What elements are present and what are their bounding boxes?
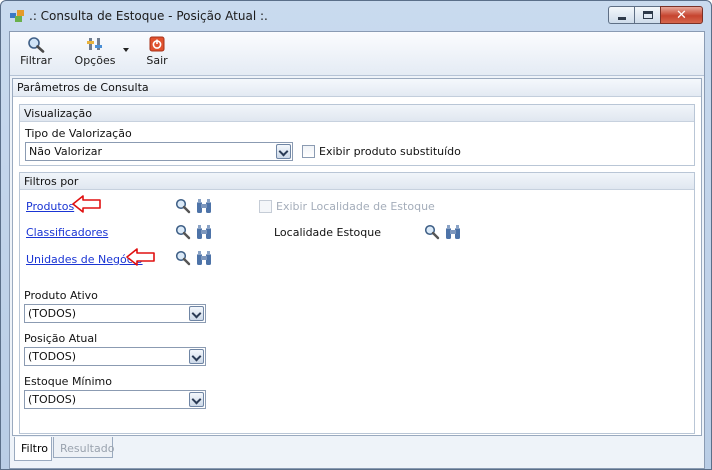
exibir-substituto-label[interactable]: Exibir produto substituído (319, 145, 461, 158)
posicao-atual-select[interactable]: (TODOS) (24, 347, 206, 366)
chevron-down-icon[interactable] (189, 349, 204, 364)
estoque-minimo-label: Estoque Mínimo (24, 375, 112, 388)
binoculars-icon[interactable] (196, 199, 212, 214)
binoculars-icon[interactable] (445, 225, 461, 240)
filter-label: Filtrar (20, 54, 52, 67)
chevron-down-icon[interactable] (276, 144, 291, 159)
title-bar[interactable]: .: Consulta de Estoque - Posição Atual :… (1, 1, 711, 31)
chevron-down-icon[interactable] (123, 48, 129, 52)
close-icon: ✕ (676, 8, 687, 23)
exit-icon (149, 36, 165, 52)
produto-ativo-label: Produto Ativo (24, 289, 98, 302)
visualizacao-title: Visualização (20, 105, 694, 122)
query-parameters-panel: Parâmetros de Consulta Visualização Tipo… (12, 78, 702, 436)
localidade-actions (424, 224, 462, 240)
exit-label: Sair (146, 54, 168, 67)
close-button[interactable]: ✕ (660, 6, 703, 24)
options-label: Opções (74, 54, 116, 67)
binoculars-icon[interactable] (196, 251, 212, 266)
exibir-substituto-checkbox[interactable] (302, 145, 315, 158)
caption-buttons: ✕ (608, 6, 703, 24)
posicao-atual-value: (TODOS) (28, 350, 77, 363)
tipo-valorizacao-value: Não Valorizar (29, 145, 103, 158)
unidades-actions (175, 250, 213, 266)
produtos-actions (175, 198, 213, 214)
maximize-icon (643, 11, 653, 19)
visualizacao-group: Visualização Tipo de Valorização Não Val… (19, 104, 695, 166)
app-icon (10, 10, 24, 22)
search-icon[interactable] (175, 250, 191, 266)
chevron-down-icon[interactable] (189, 392, 204, 407)
tipo-valorizacao-select[interactable]: Não Valorizar (25, 142, 293, 161)
exibir-localidade-checkbox[interactable] (259, 200, 272, 213)
minimize-icon (618, 17, 626, 20)
tab-resultado[interactable]: Resultado (53, 437, 114, 458)
produtos-link[interactable]: Produtos (26, 200, 74, 213)
options-button[interactable]: Opções (68, 34, 122, 72)
tipo-valorizacao-label: Tipo de Valorização (25, 127, 132, 140)
produto-ativo-select[interactable]: (TODOS) (24, 304, 206, 323)
posicao-atual-label: Posição Atual (24, 332, 98, 345)
exit-button[interactable]: Sair (140, 34, 174, 72)
options-icon (87, 38, 102, 50)
filtros-group: Filtros por Produtos Exibir Localidade d… (19, 172, 695, 434)
estoque-minimo-select[interactable]: (TODOS) (24, 390, 206, 409)
binoculars-icon[interactable] (196, 225, 212, 240)
exibir-localidade-label: Exibir Localidade de Estoque (276, 200, 435, 213)
toolbar: Filtrar Opções Sair (10, 32, 704, 76)
client-area: Filtrar Opções Sair Parâmetros de Consul… (9, 31, 705, 469)
tab-filtro[interactable]: Filtro (14, 437, 52, 461)
classificadores-actions (175, 224, 213, 240)
app-window: .: Consulta de Estoque - Posição Atual :… (0, 0, 712, 470)
window-title: .: Consulta de Estoque - Posição Atual :… (29, 9, 268, 23)
search-icon[interactable] (175, 198, 191, 214)
minimize-button[interactable] (608, 6, 634, 24)
panel-title: Parâmetros de Consulta (13, 79, 701, 97)
classificadores-link[interactable]: Classificadores (26, 226, 108, 239)
search-icon[interactable] (424, 224, 440, 240)
magnifier-icon (28, 37, 45, 53)
estoque-minimo-value: (TODOS) (28, 393, 77, 406)
localidade-estoque-label: Localidade Estoque (274, 226, 381, 239)
red-arrow-annotation (72, 195, 101, 213)
search-icon[interactable] (175, 224, 191, 240)
produto-ativo-value: (TODOS) (28, 307, 77, 320)
filtros-title: Filtros por (20, 173, 694, 190)
chevron-down-icon[interactable] (189, 306, 204, 321)
filter-button[interactable]: Filtrar (14, 34, 58, 72)
maximize-button[interactable] (634, 6, 660, 24)
red-arrow-annotation (126, 248, 155, 266)
